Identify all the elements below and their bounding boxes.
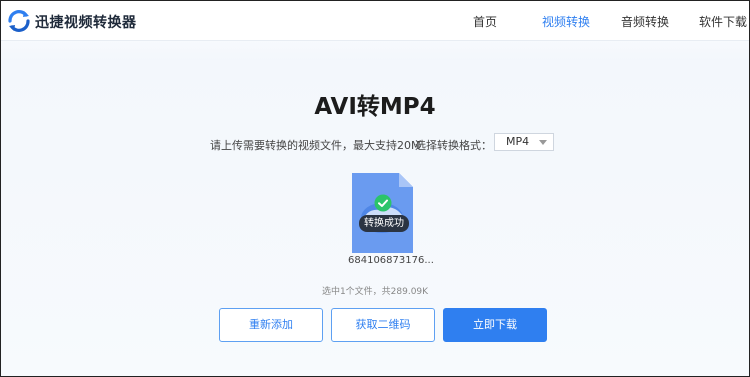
format-label: 选择转换格式： — [415, 139, 492, 152]
app-logo-icon — [8, 10, 30, 32]
brand-name[interactable]: 迅捷视频转换器 — [35, 12, 137, 32]
download-now-button[interactable]: 立即下载 — [443, 308, 547, 342]
chevron-down-icon — [539, 140, 547, 145]
nav-audio-convert[interactable]: 音频转换 — [621, 13, 669, 30]
nav-video-convert[interactable]: 视频转换 — [542, 13, 590, 30]
get-qrcode-button[interactable]: 获取二维码 — [331, 308, 435, 342]
success-check-icon — [374, 194, 392, 212]
file-summary: 选中1个文件，共289.09K — [321, 287, 429, 297]
top-header: 迅捷视频转换器 首页 视频转换 音频转换 软件下载 — [1, 1, 749, 41]
status-badge: 转换成功 — [359, 215, 409, 232]
file-thumbnail[interactable] — [352, 173, 413, 253]
upload-hint: 请上传需要转换的视频文件，最大支持20M — [210, 139, 421, 152]
format-select[interactable]: MP4 — [494, 133, 554, 151]
nav-software-download[interactable]: 软件下载 — [699, 13, 747, 30]
file-icon — [352, 173, 413, 253]
page-title: AVI转MP4 — [314, 94, 436, 120]
file-name: 684106873176... — [348, 255, 434, 266]
nav-home[interactable]: 首页 — [473, 13, 497, 30]
format-select-value: MP4 — [506, 135, 530, 148]
app-window: 迅捷视频转换器 首页 视频转换 音频转换 软件下载 AVI转MP4 请上传需要转… — [0, 0, 750, 377]
re-add-button[interactable]: 重新添加 — [219, 308, 323, 342]
